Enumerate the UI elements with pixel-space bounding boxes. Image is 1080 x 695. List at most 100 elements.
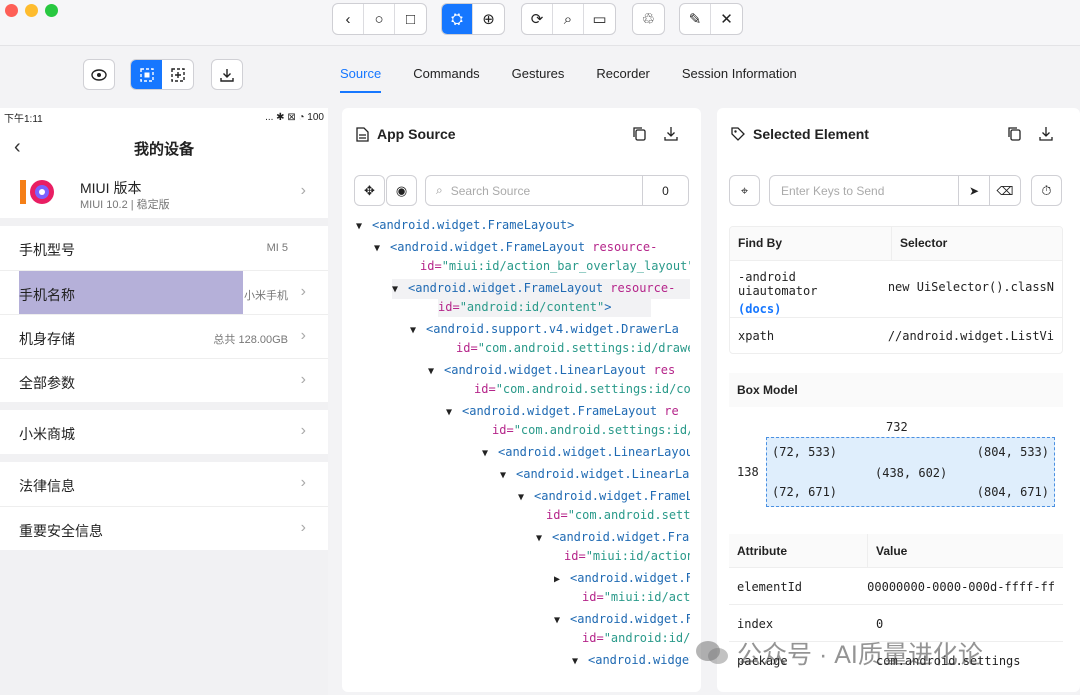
collapse-arrow-icon[interactable]: ▼: [482, 444, 498, 463]
clear-eraser-icon[interactable]: ⌫: [989, 176, 1020, 205]
collapse-arrow-icon[interactable]: ▼: [572, 652, 588, 671]
collapse-arrow-icon[interactable]: ▼: [554, 611, 570, 630]
app-source-header: App Source: [356, 126, 456, 142]
source-tree-node[interactable]: id="com.android.settings:id/co: [492, 421, 690, 440]
tab-source[interactable]: Source: [340, 66, 382, 93]
copy-xml-icon[interactable]: [632, 126, 646, 144]
refresh-icon[interactable]: ⟳: [522, 4, 553, 34]
recycle-group: ♲: [632, 3, 665, 35]
download-attributes-icon[interactable]: [1039, 126, 1053, 144]
source-tree-node[interactable]: id="miui:id/action_bar_overlay_layout">: [420, 257, 690, 276]
home-button[interactable]: ○: [364, 4, 395, 34]
source-tree-node[interactable]: id="com.android.settings:id/drawer_: [456, 339, 690, 358]
wand-icon[interactable]: ✎: [680, 4, 711, 34]
send-keys-field[interactable]: Enter Keys to Send ➤ ⌫: [769, 175, 1021, 206]
collapse-arrow-icon[interactable]: ▼: [356, 217, 372, 236]
tab-recorder[interactable]: Recorder: [596, 66, 649, 93]
quit-session-close-icon[interactable]: ✕: [711, 4, 742, 34]
recycle-icon[interactable]: ♲: [633, 4, 664, 34]
source-tree-node[interactable]: ▼ <android.widget.FrameL: [518, 487, 690, 507]
minimize-window-button[interactable]: [25, 4, 38, 17]
source-tree-node[interactable]: id="android:id/content">: [438, 298, 652, 317]
source-tree-node[interactable]: id="miui:id/action_b: [564, 547, 690, 566]
tab-commands[interactable]: Commands: [413, 66, 479, 93]
device-nav-group: ‹ ○ □: [332, 3, 427, 35]
search-source-placeholder: Search Source: [450, 183, 531, 198]
select-element-icon[interactable]: [131, 60, 162, 89]
search-source-field[interactable]: ⌕ Search Source 0: [425, 175, 689, 206]
docs-link[interactable]: (docs): [738, 302, 872, 316]
selector-value[interactable]: //android.widget.ListVi: [880, 318, 1062, 353]
source-tag-text: <android.widget.LinearLayou: [498, 445, 690, 459]
close-window-button[interactable]: [5, 4, 18, 17]
source-tree-node[interactable]: ▼ <android.widget.Fran: [536, 528, 690, 548]
source-tree-node[interactable]: id="miui:id/actio: [582, 588, 690, 607]
find-strategy: xpath: [738, 329, 775, 343]
search-icon[interactable]: ⌕: [553, 4, 584, 34]
collapse-arrow-icon[interactable]: ▼: [500, 466, 516, 485]
list-item[interactable]: 手机型号 MI 5: [0, 226, 328, 270]
phone-status-bar: 下午1:11 ... ✱ ⊠ ◔ 100: [0, 108, 328, 126]
collapse-arrow-icon[interactable]: ▼: [446, 403, 462, 422]
table-row[interactable]: -android uiautomator (docs) new UiSelect…: [730, 261, 1062, 318]
list-item[interactable]: 法律信息 ›: [0, 462, 328, 506]
top-left-coord: (72, 533): [772, 445, 838, 459]
toggle-attributes-icon[interactable]: ✥: [354, 175, 385, 206]
timer-icon[interactable]: ⏱: [1031, 175, 1062, 206]
source-tree-node[interactable]: id="android:id/co: [582, 629, 690, 648]
source-tree[interactable]: ▼ <android.widget.FrameLayout> ▼ <android.w…: [356, 216, 690, 686]
source-tree-node[interactable]: ▼ <android.widget.F: [554, 610, 690, 630]
source-tree-node[interactable]: ▼ <android.widget.LinearLayout res: [428, 361, 675, 381]
selector-value[interactable]: new UiSelector().classN: [880, 261, 1062, 317]
collapse-arrow-icon[interactable]: ▼: [392, 280, 408, 299]
attribute-value[interactable]: 00000000-0000-000d-ffff-ff: [859, 568, 1063, 604]
download-xml-icon[interactable]: [664, 126, 678, 144]
source-tree-node[interactable]: ▼ <android.support.v4.widget.DrawerLa: [410, 320, 679, 340]
source-tree-node[interactable]: ▼ <android.widget.FrameLayout resource-: [374, 238, 657, 258]
source-tree-node[interactable]: ▶ <android.widget.F: [554, 569, 690, 589]
eye-icon[interactable]: ◉: [386, 175, 417, 206]
source-tree-node[interactable]: ▼ <android.widget.FrameLayout>: [356, 216, 574, 236]
show-attributes-eye-icon[interactable]: [83, 59, 115, 90]
web-mode-globe-icon[interactable]: ⊕: [473, 4, 504, 34]
list-item[interactable]: 全部参数 ›: [0, 358, 328, 402]
list-item[interactable]: 重要安全信息 ›: [0, 506, 328, 550]
native-mode-button[interactable]: ⛭: [442, 4, 473, 34]
tab-session-information[interactable]: Session Information: [682, 66, 797, 93]
back-button[interactable]: ‹: [333, 4, 364, 34]
table-row[interactable]: elementId 00000000-0000-000d-ffff-ff: [729, 568, 1063, 605]
collapse-arrow-icon[interactable]: ▼: [518, 488, 534, 507]
source-attr-text: id=: [546, 508, 568, 522]
collapse-arrow-icon[interactable]: ▼: [428, 362, 444, 381]
record-video-icon[interactable]: ▭: [584, 4, 615, 34]
tab-gestures[interactable]: Gestures: [512, 66, 565, 93]
table-row[interactable]: xpath //android.widget.ListVi: [730, 318, 1062, 353]
list-item[interactable]: 小米商城 ›: [0, 410, 328, 454]
maximize-window-button[interactable]: [45, 4, 58, 17]
download-screenshot-icon[interactable]: [211, 59, 243, 90]
collapse-arrow-icon[interactable]: ▼: [410, 321, 426, 340]
miui-version-row[interactable]: MIUI 版本 MIUI 10.2 | 稳定版 ›: [0, 168, 328, 218]
source-tree-node[interactable]: ▼ <android.widget.FrameLayout resource-: [392, 279, 690, 299]
source-tree-node[interactable]: ▼ <android.widget: [572, 651, 690, 671]
expand-arrow-icon[interactable]: ▶: [554, 570, 570, 589]
source-tree-node[interactable]: id="com.android.settings:id/cont: [474, 380, 690, 399]
app-switch-button[interactable]: □: [395, 4, 426, 34]
source-tree-node[interactable]: id="com.android.settin: [546, 506, 690, 525]
tap-coordinates-icon[interactable]: [162, 60, 193, 89]
source-tag-text: <android.widget.FrameLayout: [462, 404, 658, 418]
device-screenshot[interactable]: 下午1:11 ... ✱ ⊠ ◔ 100 ‹ 我的设备 MIUI 版本 MIUI…: [0, 108, 328, 695]
source-tag-text: <android.widget.FrameLayout>: [372, 218, 575, 232]
send-keys-icon[interactable]: ➤: [958, 176, 989, 205]
source-tree-node[interactable]: ▼ <android.widget.LinearLayou: [482, 443, 690, 463]
source-tree-node[interactable]: ▼ <android.widget.LinearLay: [500, 465, 690, 485]
list-item[interactable]: 机身存储 总共 128.00GB ›: [0, 314, 328, 358]
tap-element-crosshair-icon[interactable]: ⌖: [729, 175, 760, 206]
collapse-arrow-icon[interactable]: ▼: [536, 529, 552, 548]
source-tree-node[interactable]: ▼ <android.widget.FrameLayout re: [446, 402, 679, 422]
copy-attributes-icon[interactable]: [1007, 126, 1021, 144]
collapse-arrow-icon[interactable]: ▼: [374, 239, 390, 258]
list-item-selected[interactable]: 手机名称 小米手机 ›: [0, 270, 328, 315]
bottom-right-coord: (804, 671): [976, 485, 1049, 499]
phone-page-title: 我的设备: [133, 141, 194, 158]
